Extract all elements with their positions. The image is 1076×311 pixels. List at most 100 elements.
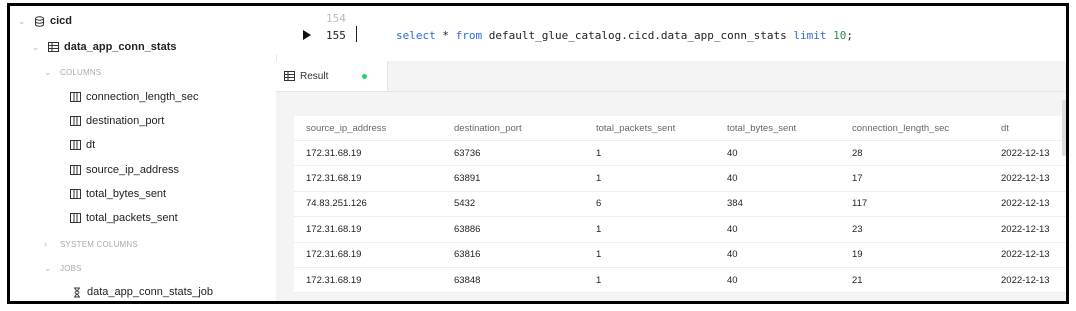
table-cell: 172.31.68.19 <box>294 140 442 167</box>
sql-keyword: select <box>396 29 436 42</box>
tab-result[interactable]: Result <box>276 61 388 91</box>
table-cell: 2022-12-13 <box>989 191 1066 218</box>
chevron-down-icon[interactable]: ⌄ <box>44 263 54 274</box>
table-cell: 63816 <box>442 242 584 268</box>
table-row: 74.83.251.126 5432 6 384 117 2022-12-13 <box>294 191 1066 218</box>
table-row: 172.31.68.19 63891 1 40 17 2022-12-13 <box>294 165 1066 192</box>
table-cell: 40 <box>715 267 840 294</box>
table-cell: 63891 <box>442 165 584 192</box>
table-icon <box>284 71 295 81</box>
section-jobs[interactable]: ⌄ JOBS <box>44 258 82 278</box>
column-item[interactable]: total_bytes_sent <box>70 184 166 204</box>
column-icon <box>70 92 81 102</box>
catalog-label: cicd <box>50 15 73 27</box>
chevron-down-icon[interactable]: ⌄ <box>44 67 54 78</box>
column-icon <box>70 213 81 223</box>
sql-token: ; <box>846 29 854 42</box>
column-icon <box>70 140 81 150</box>
sql-table-name: default_glue_catalog.cicd.data_app_conn_… <box>482 29 794 42</box>
table-cell: 74.83.251.126 <box>294 191 442 218</box>
table-cell: 2022-12-13 <box>989 140 1066 167</box>
scrollbar[interactable] <box>1062 100 1066 156</box>
column-item[interactable]: dt <box>70 135 95 155</box>
database-icon <box>34 15 45 27</box>
table-cell: 2022-12-13 <box>989 242 1066 268</box>
column-label: total_bytes_sent <box>86 188 167 200</box>
job-label: data_app_conn_stats_job <box>87 286 213 298</box>
table-cell: 6 <box>584 191 715 218</box>
chevron-right-icon[interactable]: › <box>44 239 54 249</box>
column-label: destination_port <box>86 115 165 127</box>
column-label: total_packets_sent <box>86 212 178 224</box>
column-header[interactable]: total_bytes_sent <box>715 116 840 141</box>
column-icon <box>70 116 81 126</box>
column-item[interactable]: connection_length_sec <box>70 87 199 107</box>
chevron-down-icon[interactable]: ⌄ <box>32 42 42 53</box>
schema-sidebar: ⌄ cicd ⌄ data_app_conn_stats ⌄ COLUMNS c… <box>10 6 277 301</box>
section-system-columns[interactable]: › SYSTEM COLUMNS <box>44 234 138 254</box>
table-label: data_app_conn_stats <box>64 41 177 53</box>
job-icon <box>72 287 82 298</box>
section-label: JOBS <box>60 263 82 273</box>
line-number: 154 <box>326 12 346 25</box>
run-icon[interactable] <box>303 30 311 40</box>
table-cell: 2022-12-13 <box>989 267 1066 294</box>
table-cell: 28 <box>840 140 989 167</box>
sql-token: * <box>435 29 456 42</box>
section-label: SYSTEM COLUMNS <box>60 239 138 249</box>
column-header[interactable]: destination_port <box>442 116 584 141</box>
table-icon <box>48 42 59 52</box>
table-cell: 21 <box>840 267 989 294</box>
results-table: source_ip_address destination_port total… <box>294 116 1066 294</box>
table-row: 172.31.68.19 63848 1 40 21 2022-12-13 <box>294 267 1066 294</box>
tree-item-table[interactable]: ⌄ data_app_conn_stats <box>32 37 176 57</box>
table-cell: 1 <box>584 242 715 268</box>
column-item[interactable]: destination_port <box>70 111 164 131</box>
results-panel: source_ip_address destination_port total… <box>276 92 1066 301</box>
sql-number: 10 <box>826 29 847 42</box>
table-cell: 2022-12-13 <box>989 216 1066 243</box>
table-cell: 40 <box>715 140 840 167</box>
column-header[interactable]: connection_length_sec <box>840 116 989 141</box>
sql-keyword: from <box>455 29 483 42</box>
table-row: 172.31.68.19 63736 1 40 28 2022-12-13 <box>294 140 1066 167</box>
table-cell: 117 <box>840 191 989 218</box>
table-cell: 2022-12-13 <box>989 165 1066 192</box>
section-columns[interactable]: ⌄ COLUMNS <box>44 62 101 82</box>
column-header[interactable]: source_ip_address <box>294 116 442 141</box>
table-cell: 23 <box>840 216 989 243</box>
table-cell: 19 <box>840 242 989 268</box>
sql-query[interactable]: select * from default_glue_catalog.cicd.… <box>396 29 853 42</box>
result-tabs: Result <box>276 61 1066 92</box>
column-header[interactable]: total_packets_sent <box>584 116 715 141</box>
table-cell: 40 <box>715 242 840 268</box>
table-cell: 172.31.68.19 <box>294 242 442 268</box>
table-cell: 1 <box>584 140 715 167</box>
table-cell: 63886 <box>442 216 584 243</box>
line-number: 155 <box>326 29 346 42</box>
table-cell: 172.31.68.19 <box>294 216 442 243</box>
column-icon <box>70 165 81 175</box>
column-label: dt <box>86 139 96 151</box>
column-label: source_ip_address <box>86 164 179 176</box>
table-cell: 384 <box>715 191 840 218</box>
table-cell: 1 <box>584 165 715 192</box>
table-cell: 40 <box>715 216 840 243</box>
column-item[interactable]: source_ip_address <box>70 160 179 180</box>
sql-editor[interactable]: 154 155 select * from default_glue_catal… <box>276 6 1066 54</box>
table-cell: 172.31.68.19 <box>294 267 442 294</box>
table-header-row: source_ip_address destination_port total… <box>294 116 1066 141</box>
table-cell: 1 <box>584 216 715 243</box>
table-row: 172.31.68.19 63816 1 40 19 2022-12-13 <box>294 242 1066 268</box>
column-header[interactable]: dt <box>989 116 1066 141</box>
status-dot <box>362 73 368 79</box>
section-label: COLUMNS <box>60 67 102 77</box>
chevron-down-icon[interactable]: ⌄ <box>18 16 28 27</box>
table-cell: 5432 <box>442 191 584 218</box>
column-item[interactable]: total_packets_sent <box>70 208 178 228</box>
table-cell: 63736 <box>442 140 584 167</box>
table-cell: 172.31.68.19 <box>294 165 442 192</box>
main-panel: 154 155 select * from default_glue_catal… <box>276 6 1066 301</box>
job-item[interactable]: data_app_conn_stats_job <box>72 282 213 301</box>
tree-item-catalog[interactable]: ⌄ cicd <box>18 11 72 31</box>
